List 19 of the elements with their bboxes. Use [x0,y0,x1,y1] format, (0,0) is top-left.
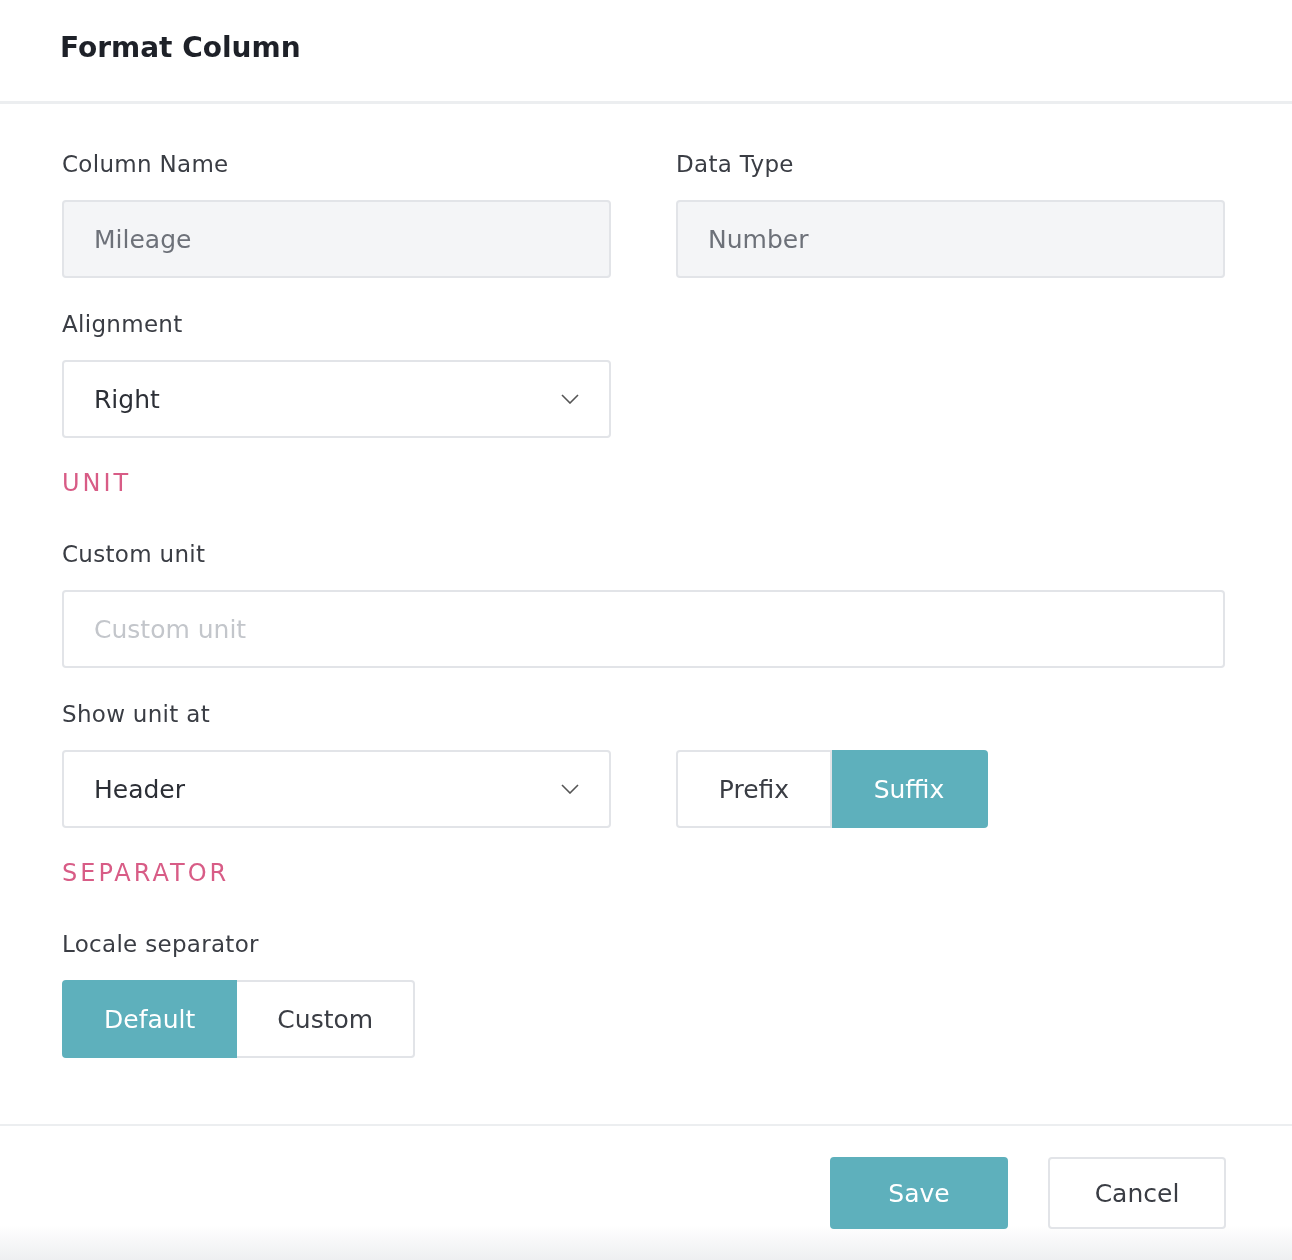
field-label: Column Name [62,150,230,179]
field-label: Locale separator [62,930,260,959]
toggle-option[interactable]: Prefix [676,750,832,828]
section-heading: SEPARATOR [62,858,231,888]
section-heading: UNIT [62,468,133,498]
dialog-title: Format Column [60,31,301,64]
field-label: Custom unit [62,540,207,569]
input-field[interactable]: Custom unit [62,590,1225,668]
toggle-option[interactable]: Custom [237,980,416,1058]
dropdown[interactable]: Header [62,750,611,828]
cancel-button[interactable]: Cancel [1048,1157,1226,1229]
field-label: Show unit at [62,700,211,729]
field-label: Alignment [62,310,184,339]
text-field: Number [676,200,1225,278]
chevron-down-icon [561,394,579,404]
chevron-down-icon [561,784,579,794]
field-label: Data Type [676,150,795,179]
dropdown[interactable]: Right [62,360,611,438]
text-field: Mileage [62,200,611,278]
